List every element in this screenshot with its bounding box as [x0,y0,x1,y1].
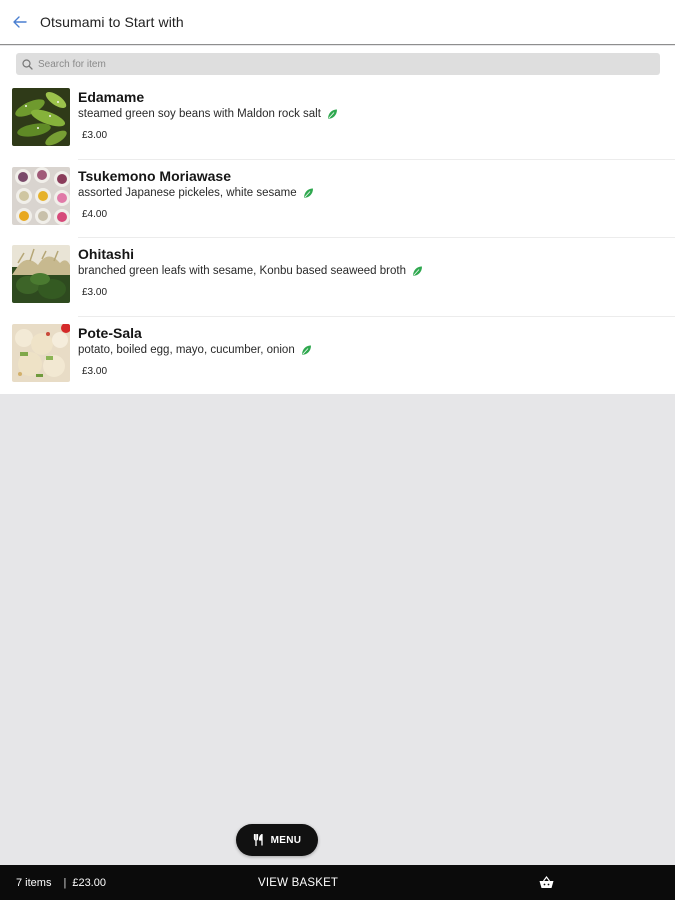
item-name: Pote-Sala [78,324,142,341]
item-name: Tsukemono Moriawase [78,167,232,184]
search-bar [0,46,675,80]
item-name: Edamame [78,89,145,105]
basket-bar: 7 items | £23.00 VIEW BASKET [0,865,675,900]
basket-items-count: 7 items [16,876,52,889]
item-price: £3.00 [82,287,108,298]
item-description-text: branched green leafs with sesame, Konbu … [78,265,406,277]
item-description-text: steamed green soy beans with Maldon rock… [78,108,321,120]
search-input[interactable] [38,58,638,70]
item-photo-tsukemono [12,166,70,225]
item-photo-pote-sala [12,323,70,382]
vegetarian-leaf-icon [303,188,313,198]
basket-icon[interactable] [539,876,554,889]
item-description-text: potato, boiled egg, mayo, cucumber, onio… [78,343,295,356]
item-price: £3.00 [82,130,108,141]
search-box[interactable] [16,53,660,75]
basket-separator: | [63,876,67,889]
item-name: Ohitashi [78,246,135,262]
item-price: £4.00 [82,208,108,220]
view-basket-button[interactable]: VIEW BASKET [258,877,338,889]
vegetarian-leaf-icon [301,345,311,355]
menu-item-pote-sala[interactable]: Pote-Sala potato, boiled egg, mayo, cucu… [0,315,675,395]
item-description-text: assorted Japanese pickeles, white sesame [78,186,297,199]
item-photo-ohitashi [12,245,70,303]
back-arrow-icon [13,16,27,28]
menu-item-ohitashi[interactable]: Ohitashi branched green leafs with sesam… [0,237,675,316]
page-title: Otsumami to Start with [40,14,184,30]
app: Otsumami to Start with Search for item E… [0,0,675,900]
item-description: potato, boiled egg, mayo, cucumber, onio… [78,343,312,357]
item-price: £3.00 [82,365,108,377]
menu-button-label: MENU [270,834,302,846]
header: Otsumami to Start with [0,0,675,45]
vegetarian-leaf-icon [412,266,422,276]
item-description: steamed green soy beans with Maldon rock… [78,107,338,121]
menu-item-list: Edamame steamed green soy beans with Mal… [0,80,675,394]
menu-item-edamame[interactable]: Edamame steamed green soy beans with Mal… [0,80,675,159]
item-description: branched green leafs with sesame, Konbu … [78,264,423,278]
vegetarian-leaf-icon [327,109,337,119]
menu-item-tsukemono-moriawase[interactable]: Tsukemono Moriawase assorted Japanese pi… [0,158,675,238]
cutlery-icon [253,834,263,846]
menu-button[interactable]: MENU [236,824,318,856]
item-description: assorted Japanese pickeles, white sesame [78,186,314,200]
back-button[interactable] [0,0,40,45]
item-photo-edamame [12,88,70,146]
basket-total: £23.00 [72,876,106,889]
search-icon [22,58,33,70]
